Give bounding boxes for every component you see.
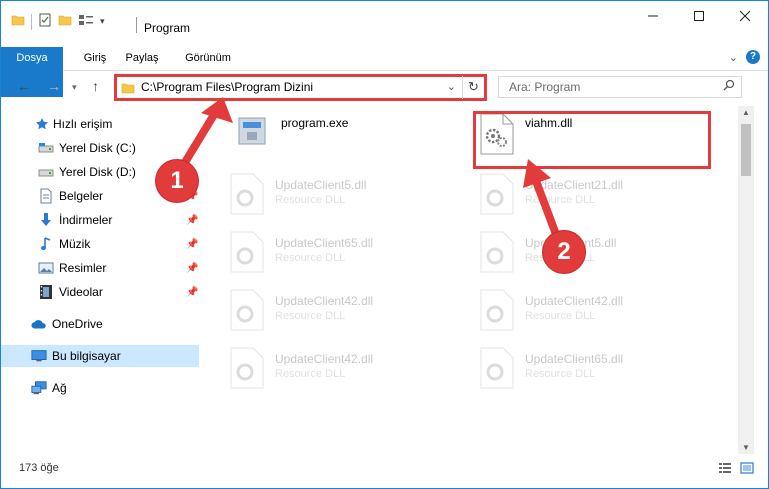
- callout-number-2: 2: [543, 231, 585, 273]
- callout-number-1: 1: [156, 160, 198, 202]
- callout-arrow-1: [177, 109, 219, 173]
- callout-arrowhead-1: [201, 97, 233, 123]
- explorer-window: ▾ Program Dosya Giriş Paylaş Görünüm ⌄ ?…: [0, 0, 769, 489]
- callout-arrows: [177, 97, 561, 241]
- callout-arrow-2: [532, 177, 561, 241]
